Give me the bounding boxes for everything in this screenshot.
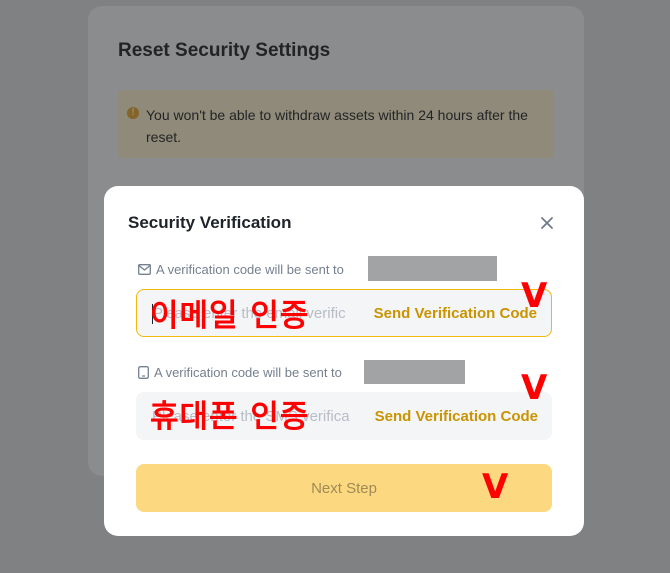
phone-auth-annotation: 휴대폰 인증 bbox=[150, 399, 310, 435]
email-auth-annotation: 이메일 인증 bbox=[150, 298, 310, 334]
modal-title: Security Verification bbox=[128, 213, 292, 232]
page-title: Reset Security Settings bbox=[118, 40, 331, 61]
warning-icon: ! bbox=[127, 107, 139, 119]
close-icon bbox=[541, 217, 553, 229]
redacted-email-address bbox=[368, 256, 497, 281]
phone-hint-text: A verification code will be sent to bbox=[154, 365, 342, 380]
security-verification-modal: Security Verification A verification cod… bbox=[104, 186, 584, 536]
check-mark-next: V bbox=[482, 467, 509, 507]
send-sms-code-button[interactable]: Send Verification Code bbox=[375, 392, 538, 440]
email-hint: A verification code will be sent to bbox=[138, 262, 344, 277]
send-email-code-button[interactable]: Send Verification Code bbox=[374, 290, 537, 336]
check-mark-phone: V bbox=[521, 368, 548, 408]
phone-hint: A verification code will be sent to bbox=[138, 365, 342, 380]
phone-icon bbox=[138, 366, 149, 379]
warning-banner: ! You won't be able to withdraw assets w… bbox=[118, 90, 554, 158]
close-button[interactable] bbox=[536, 212, 558, 234]
warning-text: You won't be able to withdraw assets wit… bbox=[146, 107, 528, 145]
redacted-phone-number bbox=[364, 360, 465, 384]
email-hint-text: A verification code will be sent to bbox=[156, 262, 344, 277]
email-icon bbox=[138, 264, 151, 275]
check-mark-email: V bbox=[521, 276, 548, 316]
